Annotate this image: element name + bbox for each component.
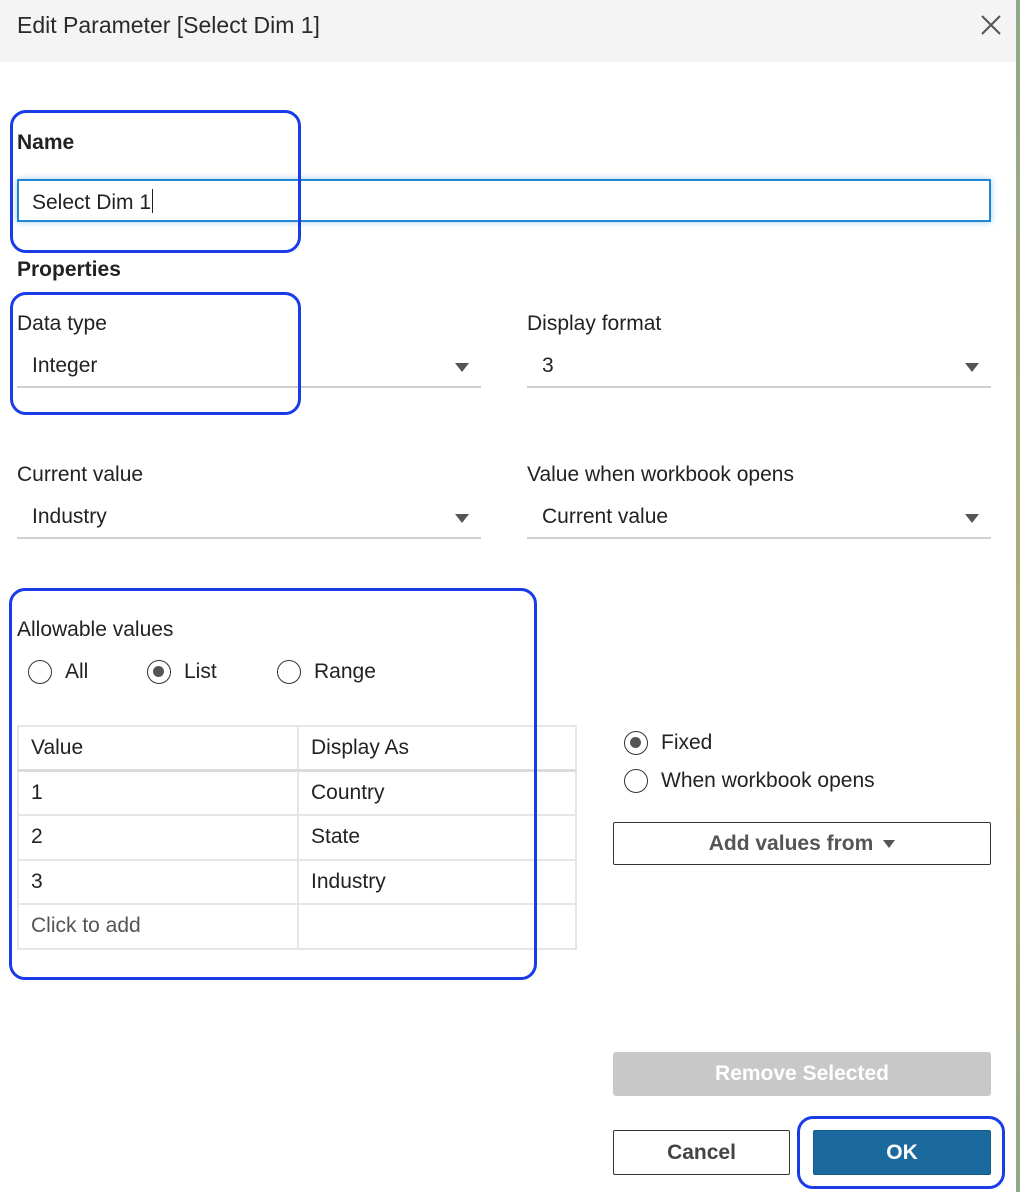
close-button[interactable] bbox=[978, 12, 1004, 38]
column-header-value: Value bbox=[17, 725, 299, 772]
radio-when-workbook-opens-label: When workbook opens bbox=[661, 769, 875, 792]
window-edge bbox=[1016, 0, 1020, 1192]
cell-display-as[interactable]: Industry bbox=[297, 858, 577, 905]
radio-all-label: All bbox=[65, 660, 89, 683]
radio-checked-icon bbox=[147, 660, 171, 684]
dropdown-arrow-icon bbox=[965, 514, 979, 523]
add-values-from-button[interactable]: Add values from bbox=[613, 822, 991, 865]
allowable-values-table: Value Display As 1 Country 2 State 3 Ind… bbox=[17, 725, 577, 950]
cell-value[interactable]: 1 bbox=[17, 769, 299, 816]
radio-list[interactable]: List bbox=[147, 660, 217, 684]
radio-circle-icon bbox=[277, 660, 301, 684]
dialog-titlebar: Edit Parameter [Select Dim 1] bbox=[0, 0, 1016, 62]
dropdown-arrow-icon bbox=[883, 839, 896, 848]
table-row[interactable]: 3 Industry bbox=[17, 858, 577, 905]
radio-fixed-label: Fixed bbox=[661, 731, 713, 754]
data-type-select[interactable]: Integer bbox=[17, 348, 481, 388]
add-row[interactable]: Click to add bbox=[17, 903, 577, 950]
radio-range-label: Range bbox=[314, 660, 376, 683]
display-format-value: 3 bbox=[542, 354, 554, 377]
table-header-row: Value Display As bbox=[17, 725, 577, 772]
allowable-values-label: Allowable values bbox=[17, 618, 174, 641]
radio-all[interactable]: All bbox=[28, 660, 88, 684]
radio-circle-icon bbox=[28, 660, 52, 684]
current-value-value: Industry bbox=[32, 505, 107, 528]
dropdown-arrow-icon bbox=[455, 363, 469, 372]
cell-display-as[interactable]: State bbox=[297, 814, 577, 861]
add-values-from-label: Add values from bbox=[708, 831, 874, 855]
value-when-opens-label: Value when workbook opens bbox=[527, 463, 794, 486]
close-icon bbox=[981, 15, 1001, 35]
click-to-add-cell[interactable]: Click to add bbox=[17, 903, 299, 950]
name-input-value: Select Dim 1 bbox=[32, 191, 152, 214]
radio-checked-icon bbox=[624, 731, 648, 755]
value-when-opens-select[interactable]: Current value bbox=[527, 499, 991, 539]
cancel-button[interactable]: Cancel bbox=[613, 1130, 790, 1175]
dropdown-arrow-icon bbox=[965, 363, 979, 372]
radio-range[interactable]: Range bbox=[277, 660, 376, 684]
data-type-value: Integer bbox=[32, 354, 98, 377]
column-header-display-as: Display As bbox=[297, 725, 577, 772]
name-label: Name bbox=[17, 131, 75, 154]
radio-circle-icon bbox=[624, 769, 648, 793]
radio-when-workbook-opens[interactable]: When workbook opens bbox=[624, 769, 875, 793]
properties-heading: Properties bbox=[17, 258, 121, 281]
cell-value[interactable]: 3 bbox=[17, 858, 299, 905]
current-value-label: Current value bbox=[17, 463, 144, 486]
display-format-label: Display format bbox=[527, 312, 662, 335]
radio-list-label: List bbox=[184, 660, 217, 683]
dialog-title: Edit Parameter [Select Dim 1] bbox=[17, 12, 320, 38]
value-when-opens-value: Current value bbox=[542, 505, 669, 528]
dropdown-arrow-icon bbox=[455, 514, 469, 523]
table-row[interactable]: 1 Country bbox=[17, 769, 577, 816]
remove-selected-button[interactable]: Remove Selected bbox=[613, 1052, 991, 1096]
cell-value[interactable]: 2 bbox=[17, 814, 299, 861]
name-input[interactable]: Select Dim 1 bbox=[17, 179, 991, 222]
ok-button[interactable]: OK bbox=[813, 1130, 991, 1175]
display-format-select[interactable]: 3 bbox=[527, 348, 991, 388]
empty-display-cell[interactable] bbox=[297, 903, 577, 950]
current-value-select[interactable]: Industry bbox=[17, 499, 481, 539]
radio-fixed[interactable]: Fixed bbox=[624, 731, 712, 755]
text-caret bbox=[152, 189, 154, 213]
table-row[interactable]: 2 State bbox=[17, 814, 577, 861]
cell-display-as[interactable]: Country bbox=[297, 769, 577, 816]
data-type-label: Data type bbox=[17, 312, 107, 335]
